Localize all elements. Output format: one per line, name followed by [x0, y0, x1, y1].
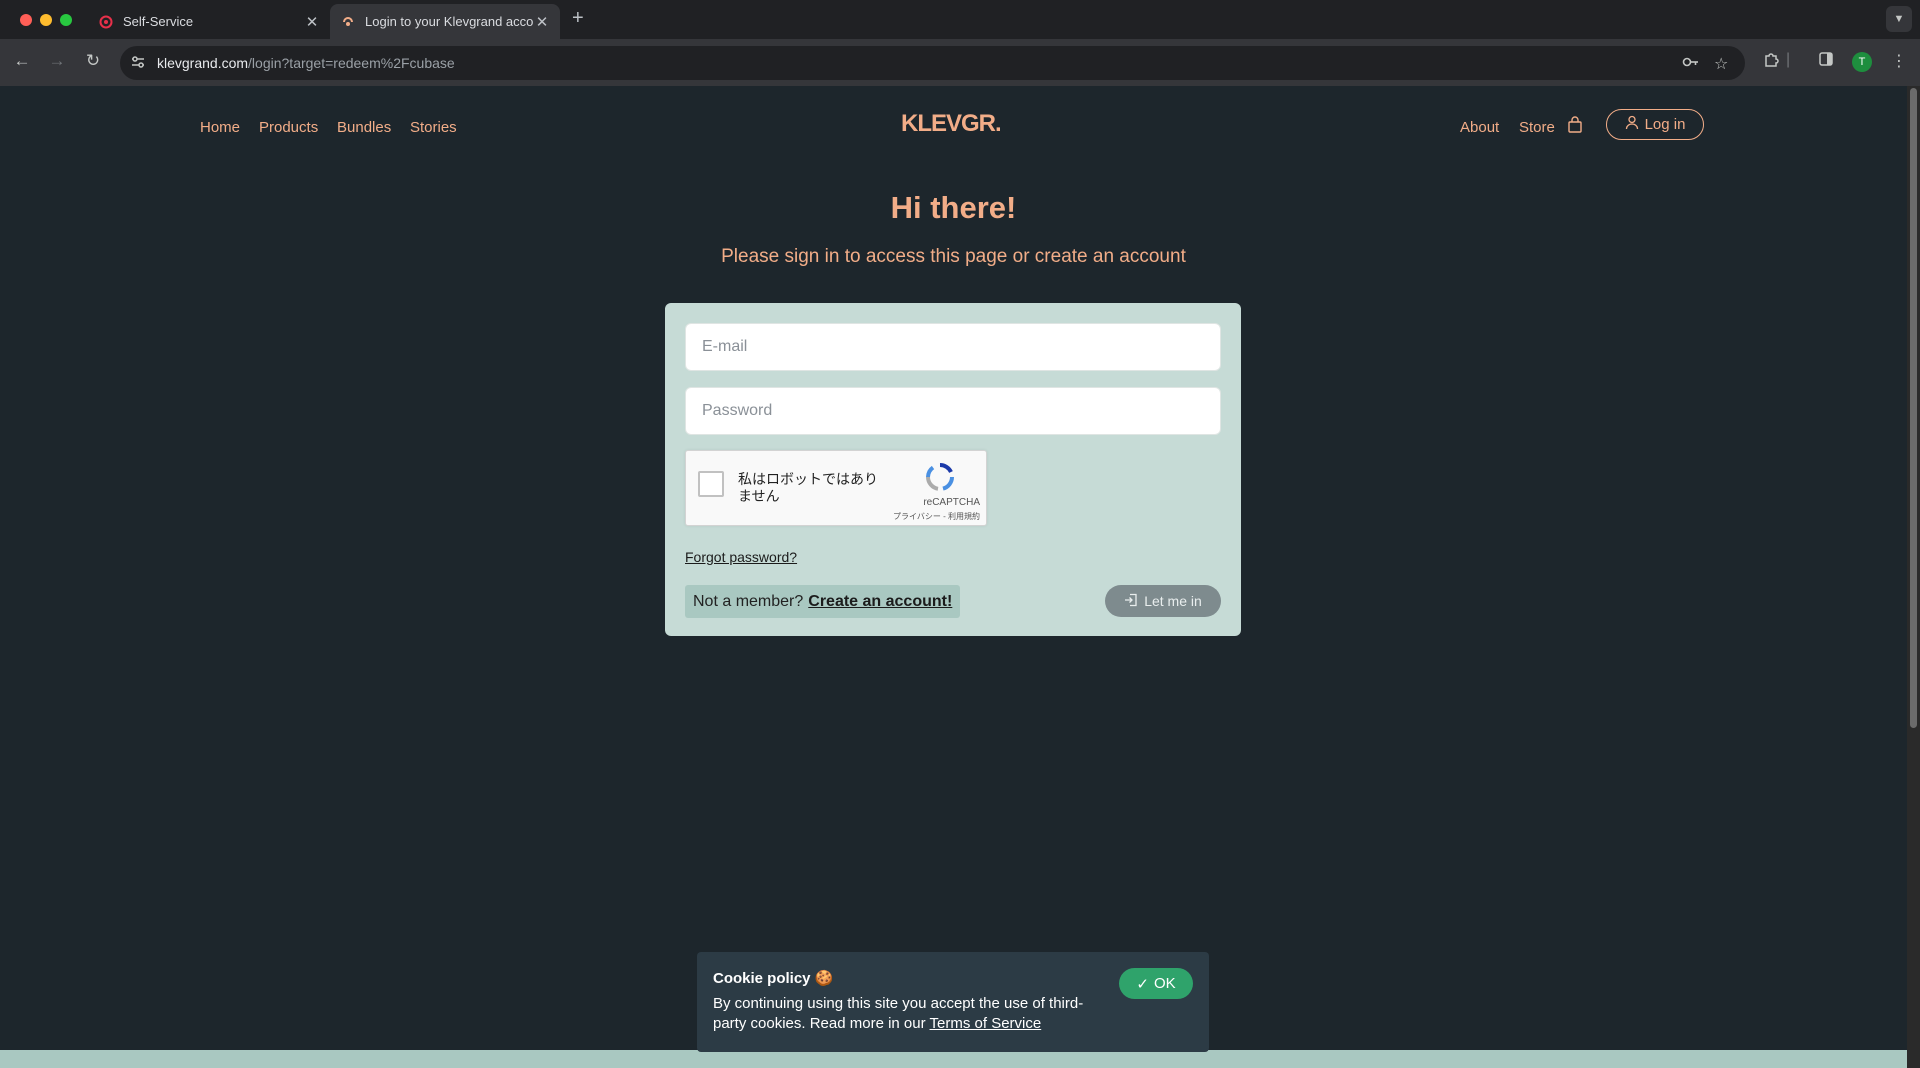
- close-tab-icon[interactable]: ✕: [304, 13, 320, 31]
- close-window-button[interactable]: [20, 14, 32, 26]
- let-me-in-label: Let me in: [1144, 593, 1202, 609]
- tab-title: Self-Service: [123, 14, 194, 29]
- bookmark-star-icon[interactable]: ☆: [1714, 54, 1728, 74]
- close-tab-icon[interactable]: ✕: [534, 13, 550, 31]
- recaptcha-widget: 私はロボットではありません reCAPTCHA プライバシー - 利用規約: [685, 450, 987, 526]
- recaptcha-label: 私はロボットではありません: [738, 471, 878, 504]
- cookie-banner: Cookie policy 🍪 By continuing using this…: [697, 952, 1209, 1052]
- checkmark-icon: ✓: [1136, 975, 1149, 993]
- profile-avatar[interactable]: T: [1852, 52, 1872, 72]
- nav-bundles[interactable]: Bundles: [337, 119, 391, 136]
- nav-products[interactable]: Products: [259, 119, 318, 136]
- site-settings-icon[interactable]: [130, 54, 146, 75]
- password-input[interactable]: [685, 387, 1221, 435]
- footer-band: [0, 1050, 1907, 1068]
- login-button[interactable]: Log in: [1606, 109, 1704, 140]
- login-label: Log in: [1644, 116, 1686, 133]
- chevron-down-icon[interactable]: ▼: [1886, 6, 1912, 32]
- url-domain: klevgrand.com: [157, 55, 249, 71]
- tab-strip: Self-Service ✕ Login to your Klevgrand a…: [0, 0, 1920, 39]
- email-input[interactable]: [685, 323, 1221, 371]
- login-card: 私はロボットではありません reCAPTCHA プライバシー - 利用規約 Fo…: [665, 303, 1241, 636]
- cookie-ok-button[interactable]: ✓ OK: [1119, 968, 1193, 999]
- page-content: Home Products Bundles Stories KLEVGR. Ab…: [0, 86, 1907, 1068]
- cookie-icon: 🍪: [814, 970, 834, 987]
- recaptcha-brand: reCAPTCHA: [923, 497, 980, 508]
- not-member-text: Not a member?: [693, 592, 804, 610]
- password-key-icon[interactable]: [1682, 54, 1700, 75]
- extensions-puzzle-icon[interactable]: [1763, 51, 1780, 73]
- nav-about[interactable]: About: [1460, 119, 1499, 136]
- recaptcha-checkbox[interactable]: [698, 471, 724, 497]
- side-panel-icon[interactable]: [1818, 51, 1834, 72]
- address-bar[interactable]: klevgrand.com/login?target=redeem%2Fcuba…: [120, 46, 1745, 80]
- recaptcha-logo-icon: [924, 461, 956, 498]
- forgot-password-link[interactable]: Forgot password?: [685, 549, 797, 565]
- forward-arrow-icon[interactable]: →: [45, 51, 69, 71]
- browser-toolbar: ← → ↻ klevgrand.com/login?target=redeem%…: [0, 39, 1920, 86]
- reload-icon[interactable]: ↻: [81, 51, 105, 71]
- nav-stories[interactable]: Stories: [410, 119, 457, 136]
- url-path: /login?target=redeem%2Fcubase: [248, 55, 455, 71]
- signup-prompt: Not a member? Create an account!: [685, 585, 961, 618]
- page-subtitle: Please sign in to access this page or cr…: [721, 246, 1186, 267]
- cookie-text: By continuing using this site you accept…: [713, 994, 1103, 1034]
- scrollbar-thumb[interactable]: [1910, 88, 1917, 728]
- kebab-menu-icon[interactable]: ⋮: [1891, 51, 1907, 71]
- url-text: klevgrand.com/login?target=redeem%2Fcuba…: [157, 55, 455, 71]
- tab-klevgrand-login[interactable]: Login to your Klevgrand account ✕: [330, 4, 560, 39]
- self-service-favicon-icon: [98, 14, 114, 30]
- sign-in-icon: [1124, 593, 1138, 610]
- maximize-window-button[interactable]: [60, 14, 72, 26]
- recaptcha-privacy-terms[interactable]: プライバシー - 利用規約: [870, 511, 980, 522]
- minimize-window-button[interactable]: [40, 14, 52, 26]
- page-scrollbar[interactable]: [1907, 86, 1920, 1068]
- terms-of-service-link[interactable]: Terms of Service: [930, 1015, 1042, 1032]
- let-me-in-button[interactable]: Let me in: [1105, 585, 1221, 617]
- new-tab-icon[interactable]: +: [572, 7, 584, 30]
- cookie-title: Cookie policy 🍪: [713, 969, 833, 987]
- page-title: Hi there!: [890, 190, 1017, 225]
- nav-store[interactable]: Store: [1519, 119, 1555, 136]
- tab-self-service[interactable]: Self-Service ✕: [98, 4, 320, 39]
- back-arrow-icon[interactable]: ←: [10, 51, 34, 71]
- user-icon: [1625, 115, 1639, 134]
- cookie-ok-label: OK: [1153, 975, 1176, 992]
- site-logo[interactable]: KLEVGR.: [901, 110, 1002, 138]
- toolbar-divider: |: [1786, 51, 1791, 68]
- create-account-link[interactable]: Create an account!: [808, 593, 952, 611]
- klevgrand-favicon-icon: [340, 14, 356, 30]
- shopping-bag-icon[interactable]: [1567, 116, 1583, 139]
- tab-title: Login to your Klevgrand account: [365, 14, 534, 29]
- nav-home[interactable]: Home: [200, 119, 240, 136]
- cookie-title-text: Cookie policy: [713, 970, 811, 987]
